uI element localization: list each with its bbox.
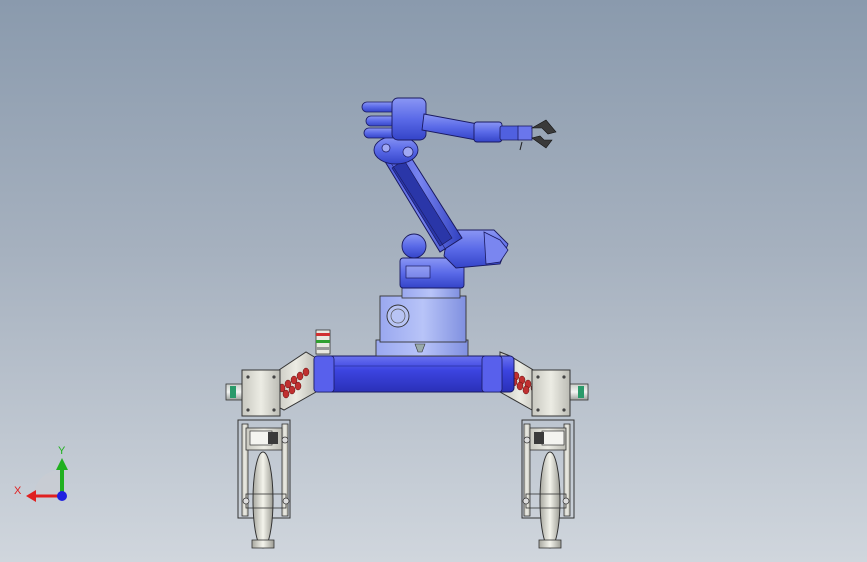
right-wheel-assembly[interactable]: [521, 419, 575, 549]
graphics-viewport[interactable]: Y X: [0, 0, 867, 562]
left-suspension-arm[interactable]: [275, 351, 317, 411]
z-axis-dot: [57, 491, 67, 501]
signal-tower-light[interactable]: [315, 329, 331, 355]
left-wheel-assembly[interactable]: [237, 419, 291, 549]
chassis-base[interactable]: [313, 355, 515, 393]
wrist-motor-pack[interactable]: [361, 97, 427, 141]
x-axis-label: X: [14, 485, 22, 497]
right-axle: [567, 383, 589, 401]
robot-pedestal[interactable]: [375, 287, 469, 357]
gripper-end-effector[interactable]: [517, 119, 557, 151]
axis-triad: Y X: [14, 445, 68, 502]
right-mount-block[interactable]: [531, 369, 571, 417]
robot-assembly-model[interactable]: [0, 0, 867, 562]
y-axis-label: Y: [58, 445, 66, 457]
left-mount-block[interactable]: [241, 369, 281, 417]
upper-arm[interactable]: [421, 113, 521, 143]
